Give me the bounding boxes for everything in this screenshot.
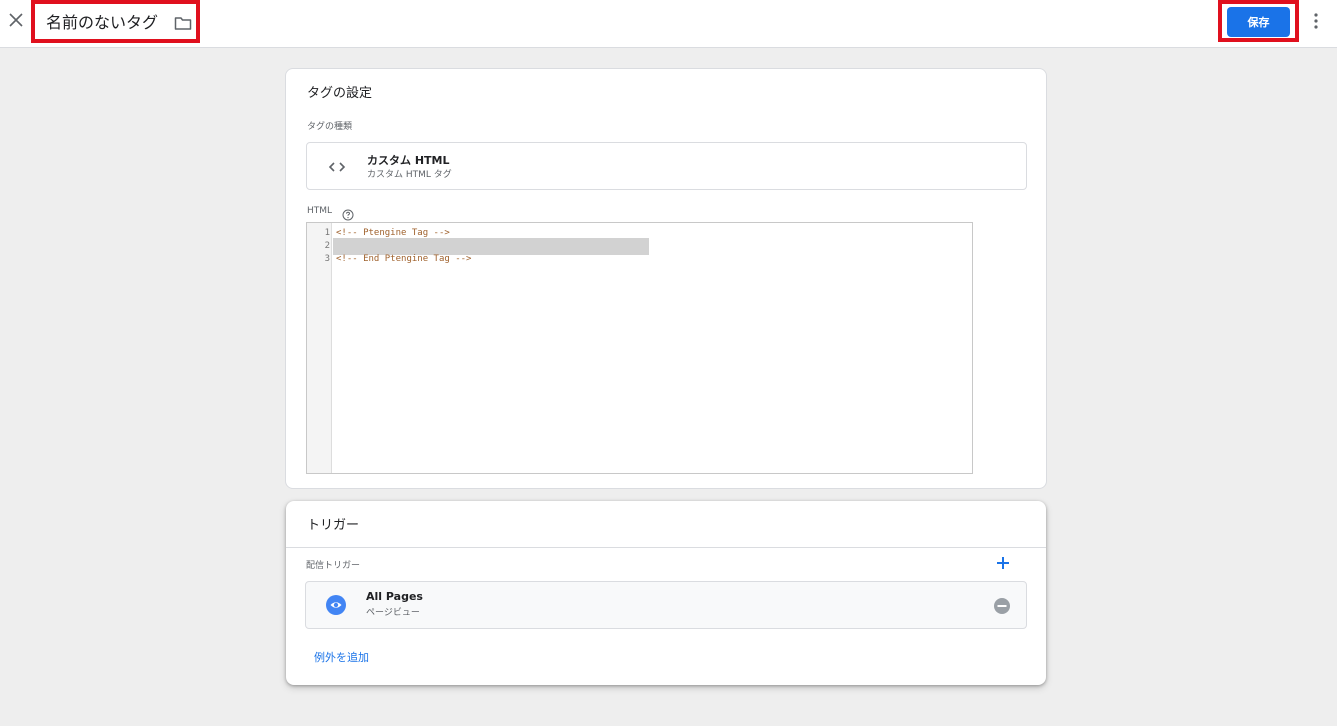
add-exception-link[interactable]: 例外を追加 xyxy=(314,649,369,665)
plus-icon[interactable] xyxy=(994,554,1012,572)
trigger-name: All Pages xyxy=(366,590,423,603)
line-number: 1 xyxy=(324,228,330,238)
code-line[interactable]: <!-- Ptengine Tag --> xyxy=(336,228,450,238)
triggers-card: トリガー 配信トリガー All Pages ページビュー 例外を追加 xyxy=(286,501,1046,685)
line-number-gutter: 1 2 3 xyxy=(307,223,332,473)
firing-triggers-label: 配信トリガー xyxy=(306,561,361,571)
trigger-type: ページビュー xyxy=(366,608,420,618)
folder-icon[interactable] xyxy=(173,13,193,33)
tag-name-field[interactable]: 名前のないタグ xyxy=(31,0,200,43)
divider xyxy=(286,547,1046,548)
trigger-item-all-pages[interactable]: All Pages ページビュー xyxy=(305,581,1027,629)
redacted-code-line xyxy=(333,238,649,255)
tag-type-label: タグの種類 xyxy=(307,122,353,132)
code-line[interactable]: <!-- End Ptengine Tag --> xyxy=(336,254,471,264)
eye-icon xyxy=(326,595,346,615)
tag-type-name: カスタム HTML xyxy=(367,154,450,167)
more-vert-icon[interactable] xyxy=(1306,11,1326,31)
line-number: 2 xyxy=(324,241,330,251)
html-label: HTML xyxy=(307,206,333,216)
save-button[interactable]: 保存 xyxy=(1227,7,1290,37)
save-button-highlight: 保存 xyxy=(1218,0,1299,42)
triggers-title: トリガー xyxy=(307,518,360,533)
tag-type-description: カスタム HTML タグ xyxy=(367,170,452,180)
html-code-editor[interactable]: 1 2 3 <!-- Ptengine Tag --> <!-- End Pte… xyxy=(306,222,973,474)
tag-config-card: タグの設定 タグの種類 カスタム HTML カスタム HTML タグ HTML … xyxy=(285,68,1047,489)
tag-name-title[interactable]: 名前のないタグ xyxy=(46,9,158,33)
tag-type-selector[interactable]: カスタム HTML カスタム HTML タグ xyxy=(306,142,1027,190)
close-icon[interactable] xyxy=(6,10,26,30)
line-number: 3 xyxy=(324,254,330,264)
remove-circle-icon[interactable] xyxy=(993,597,1011,615)
code-icon xyxy=(327,157,347,177)
top-bar: 名前のないタグ 保存 xyxy=(0,0,1337,48)
help-icon[interactable] xyxy=(342,206,354,221)
tag-config-title: タグの設定 xyxy=(307,86,373,101)
